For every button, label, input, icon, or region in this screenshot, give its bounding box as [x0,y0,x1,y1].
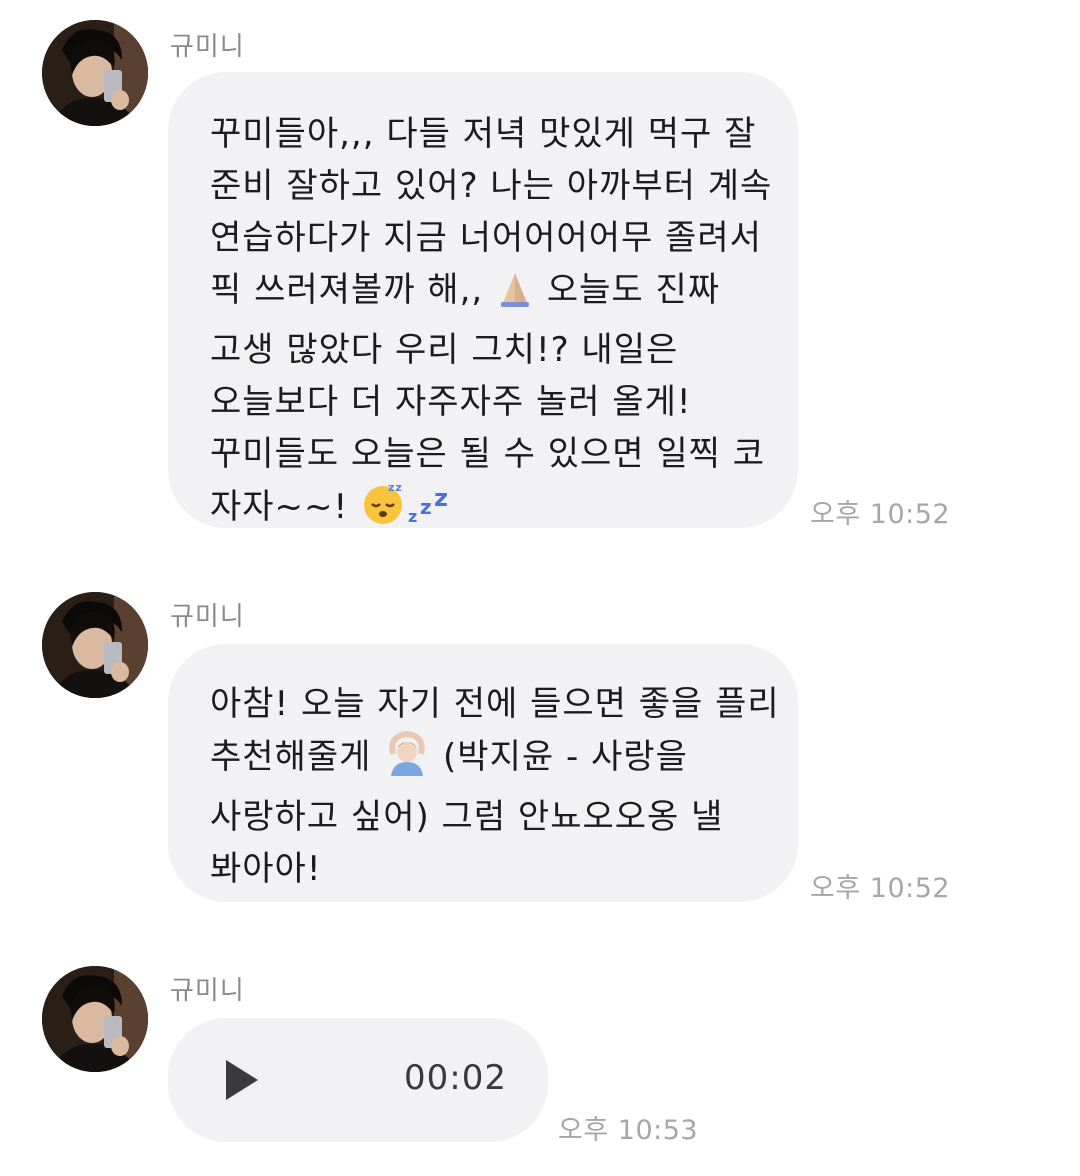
sender-name: 규미니 [170,976,245,1006]
sender-name: 규미니 [170,32,245,62]
message-time: 오후 10:53 [558,1115,699,1146]
message-time: 오후 10:52 [810,499,951,530]
svg-text:z: z [434,486,449,512]
avatar[interactable] [42,20,148,126]
voice-message-bubble[interactable]: 00:02 [168,1018,548,1142]
sleeping-face-emoji: zz [360,480,406,541]
message-text: 꾸미들아,,, 다들 저녁 맛있게 먹구 잘 준비 잘하고 있어? 나는 아까부터… [210,108,798,541]
person-gesturing-ok-emoji [383,730,431,791]
play-icon[interactable] [226,1060,258,1100]
voice-duration: 00:02 [404,1058,507,1098]
message-time: 오후 10:52 [810,873,951,904]
svg-text:z: z [408,507,418,526]
avatar-photo [42,966,148,1072]
message-bubble[interactable]: 꾸미들아,,, 다들 저녁 맛있게 먹구 잘 준비 잘하고 있어? 나는 아까부터… [168,72,798,528]
sender-name: 규미니 [170,602,245,632]
message-bubble[interactable]: 아참! 오늘 자기 전에 들으면 좋을 플리 추천해줄게 (박지윤 - 사랑을 사랑… [168,644,798,902]
message-text: 아참! 오늘 자기 전에 들으면 좋을 플리 추천해줄게 (박지윤 - 사랑을 사랑… [210,684,780,889]
zzz-emoji: zzz [406,484,454,541]
folded-hands-emoji [495,269,535,324]
avatar[interactable] [42,966,148,1072]
avatar-photo [42,592,148,698]
avatar[interactable] [42,592,148,698]
svg-text:z: z [420,495,433,519]
avatar-photo [42,20,148,126]
svg-text:zz: zz [388,481,403,494]
